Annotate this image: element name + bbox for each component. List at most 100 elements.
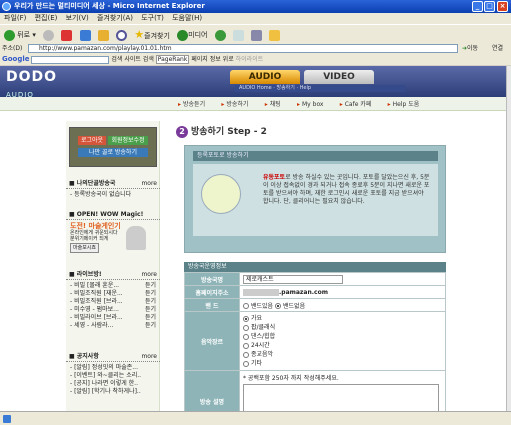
- list-item[interactable]: - [알림] [학기나 착하게나]..: [70, 388, 156, 396]
- login-box: 로그아웃 회원정보수정 나만 골로 방송하기: [69, 127, 157, 167]
- pagerank-button[interactable]: PageRank: [155, 55, 190, 64]
- nav-listen[interactable]: ▸ 방송듣기: [178, 98, 205, 112]
- form-row: 음악장르 가요 팝/클래식 댄스/힙합 24시간 종교음악 기타: [184, 311, 446, 371]
- stop-icon: [61, 29, 73, 41]
- list-item[interactable]: - [이벤트] 와~클리는 소리..: [70, 372, 156, 380]
- live-section: ■ 라이브방! more - 비밀 [몰래 훈운... 듣기 - 비밀조직원 [재운…: [66, 269, 160, 332]
- window-title: 우리가 만드는 멀티미디어 세상 - Micro Internet Explor…: [14, 2, 205, 10]
- more-link[interactable]: more: [141, 178, 157, 189]
- desc-label: 방송 설명: [184, 370, 240, 411]
- mail-icon: [232, 29, 244, 41]
- google-search-input[interactable]: [31, 55, 110, 64]
- menu-favorites[interactable]: 즐겨찾기(A): [97, 14, 133, 22]
- more-link[interactable]: more: [141, 351, 157, 362]
- tab-audio[interactable]: AUDIO: [230, 70, 300, 84]
- media-tabs: AUDIO VIDEO: [230, 70, 380, 84]
- list-item[interactable]: - [알림] 정성잇의 마술존...: [70, 364, 156, 372]
- genre-option[interactable]: 기타: [243, 359, 442, 368]
- description-textarea[interactable]: [243, 384, 439, 411]
- open-magic-section: ■ OPEN! WOW Magic! 도전! 마술게인기 온라인에게 귀운되시다…: [66, 209, 160, 264]
- home-icon: [97, 29, 109, 41]
- genre-option[interactable]: 24시간: [243, 341, 442, 350]
- nav-mybox[interactable]: ▸ My box: [297, 98, 324, 112]
- tab-video[interactable]: VIDEO: [304, 70, 374, 84]
- address-label: 주소(D): [2, 45, 23, 52]
- logout-button[interactable]: 로그아웃: [78, 136, 106, 145]
- blurred-subdomain: [243, 288, 279, 296]
- page-info-button[interactable]: 페이지 정보: [191, 56, 221, 63]
- form-row: 방송 설명 * 공백포함 250자 까지 작성해주세요.: [184, 370, 446, 411]
- live-list: - 비밀 [몰래 훈운... 듣기 - 비밀조직원 [재운... 듣기 - 비밀조직…: [66, 280, 160, 332]
- name-label: 방송국명: [184, 272, 240, 286]
- list-item[interactable]: - 미수영 - 펌마보... 듣기: [70, 306, 156, 314]
- media-icon: [177, 29, 189, 41]
- nav-cafe[interactable]: ▸ Cafe 카페: [340, 98, 372, 112]
- magic-button[interactable]: 마술보시죠: [70, 243, 100, 253]
- main-content: 2 방송하기 Step - 2 등록포토로 방송하기 유동포토로 방송 하실수 있…: [160, 121, 460, 411]
- address-input[interactable]: http://www.pamazan.com/playlay.01.01.htm: [28, 44, 458, 53]
- minimize-button[interactable]: _: [472, 1, 483, 12]
- more-link[interactable]: more: [141, 269, 157, 280]
- google-logo: Google: [2, 55, 30, 63]
- address-bar: 주소(D) http://www.pamazan.com/playlay.01.…: [0, 43, 511, 54]
- sub-nav[interactable]: AUDIO Home · 방송하기 · Help: [235, 85, 405, 92]
- main-nav: ▸ 방송듣기 ▸ 방송하기 ▸ 채팅 ▸ My box ▸ Cafe 카페 ▸ Help 도…: [0, 97, 506, 111]
- vertical-scrollbar[interactable]: [506, 66, 511, 411]
- list-item[interactable]: - 비밀조직원 [브라... 듣기: [70, 298, 156, 306]
- nav-chat[interactable]: ▸ 채팅: [265, 98, 281, 112]
- site-search-button[interactable]: 사이트 검색: [124, 56, 154, 63]
- menu-view[interactable]: 보기(V): [66, 14, 89, 22]
- list-item[interactable]: - [공지] 나라면 이렇게 한..: [70, 380, 156, 388]
- list-item[interactable]: - 비밀라이브 [브라... 듣기: [70, 314, 156, 322]
- back-arrow-icon: [4, 29, 15, 41]
- section-header: ■ 라이브방! more: [66, 269, 160, 280]
- folder-icon: [269, 29, 281, 41]
- site-logo[interactable]: DODO AUDIO: [6, 69, 86, 99]
- station-name-input[interactable]: 제로캐스트: [243, 274, 343, 284]
- list-item[interactable]: - 비밀 [몰래 훈운... 듣기: [70, 282, 156, 290]
- list-item[interactable]: - 세영 - 사람라... 듣기: [70, 322, 156, 330]
- genre-option[interactable]: 댄스/힙합: [243, 332, 442, 341]
- menu-tools[interactable]: 도구(T): [141, 14, 164, 22]
- form-header: 방송국운영정보: [184, 262, 446, 272]
- my-broadcast-button[interactable]: 나만 골로 방송하기: [78, 148, 148, 157]
- nav-help[interactable]: ▸ Help 도움: [388, 98, 420, 112]
- genre-option[interactable]: 가요: [243, 314, 442, 323]
- maximize-button[interactable]: □: [484, 1, 495, 12]
- print-icon: [251, 29, 263, 41]
- rabbit-image: [126, 226, 146, 250]
- ie-icon: [2, 2, 11, 11]
- genre-option[interactable]: 팝/클래식: [243, 323, 442, 332]
- close-button[interactable]: ×: [497, 1, 508, 12]
- google-search-button[interactable]: 검색: [111, 56, 122, 63]
- form-row: 홈페이지주소 .pamazan.com: [184, 285, 446, 299]
- band-label: 밴 드: [184, 298, 240, 312]
- star-icon: ★: [134, 28, 145, 41]
- empty-message: - 등록방송국이 없습니다: [70, 191, 132, 198]
- section-header: ■ OPEN! WOW Magic!: [66, 209, 160, 220]
- genre-option[interactable]: 종교음악: [243, 350, 442, 359]
- edit-member-button[interactable]: 회원정보수정: [108, 136, 148, 145]
- magic-banner[interactable]: 도전! 마술게인기 온라인에게 귀운되시다 분위기메이커 되게 마술보시죠: [66, 220, 160, 264]
- notice-section: ■ 공지사항 more - [알림] 정성잇의 마술존... - [이벤트] 와~…: [66, 351, 160, 398]
- web-page: DODO AUDIO AUDIO VIDEO AUDIO Home · 방송하기…: [0, 66, 506, 411]
- list-item[interactable]: - 비밀조직원 [재운... 듣기: [70, 290, 156, 298]
- info-panel: 유동포토로 방송 하실수 있는 곳입니다. 포토를 달았는으신 후, 5분이 이…: [193, 164, 438, 236]
- form-row: 밴 드 밴드있음 밴드없음: [184, 298, 446, 312]
- menu-help[interactable]: 도움말(H): [172, 14, 202, 22]
- band-option-no[interactable]: 밴드없음: [275, 303, 305, 310]
- nav-broadcast[interactable]: ▸ 방송하기: [221, 98, 248, 112]
- highlight-button[interactable]: 하이라이트: [236, 56, 264, 63]
- browser-toolbar: 뒤로 ▾ ★즐겨찾기 미디어: [0, 24, 511, 43]
- go-button[interactable]: ➜이동: [462, 43, 478, 54]
- band-option-yes[interactable]: 밴드있음: [243, 303, 273, 310]
- menu-file[interactable]: 파일(F): [4, 14, 26, 22]
- notice-list: - [알림] 정성잇의 마술존... - [이벤트] 와~클리는 소리.. - …: [66, 362, 160, 398]
- url-label: 홈페이지주소: [184, 285, 240, 299]
- google-toolbar: Google 검색 사이트 검색 PageRank 페이지 정보 위로 하이라이…: [0, 54, 511, 65]
- links-label[interactable]: 연결: [492, 43, 503, 54]
- status-bar: [0, 411, 511, 425]
- menu-edit[interactable]: 편집(E): [35, 14, 58, 22]
- up-button[interactable]: 위로: [223, 56, 234, 63]
- refresh-icon: [79, 29, 91, 41]
